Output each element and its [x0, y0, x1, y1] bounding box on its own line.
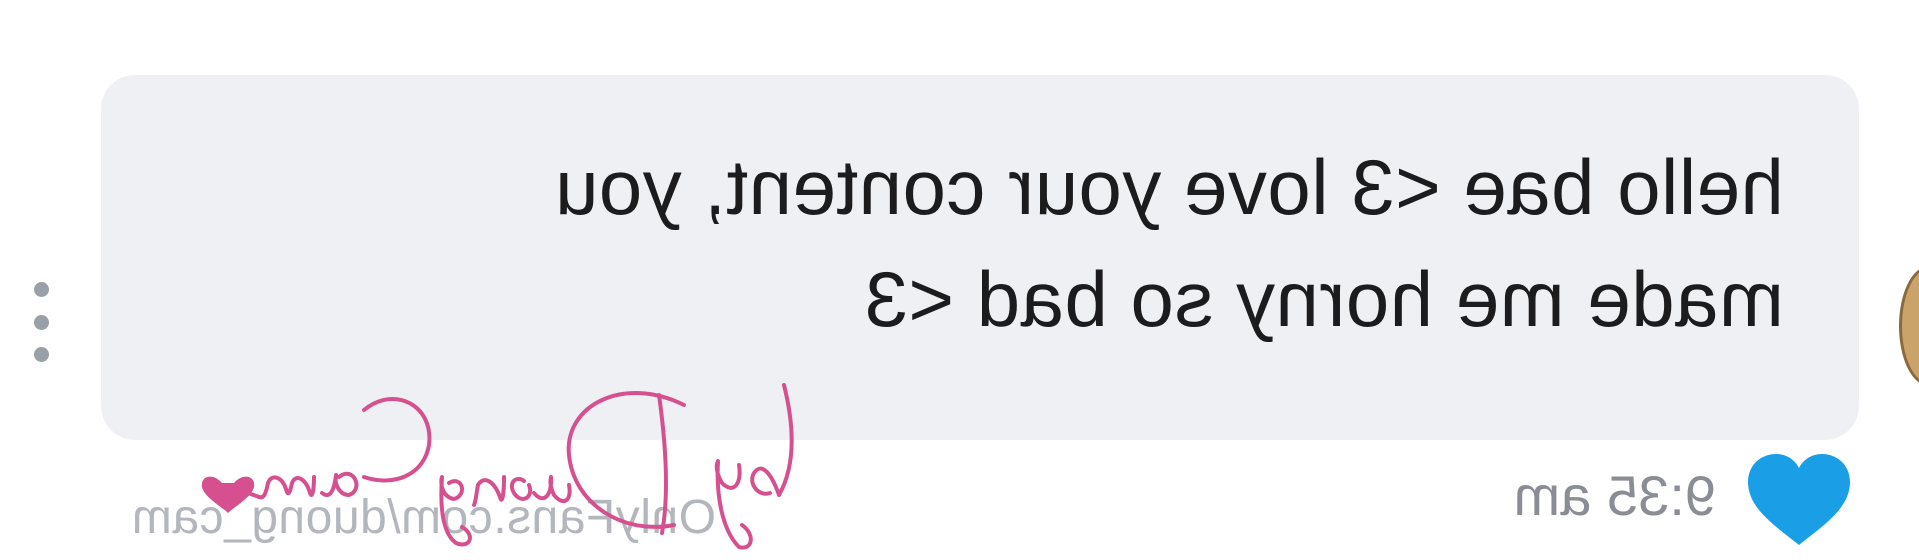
message-bubble[interactable]: hello bae <3 love your content, you made… — [101, 75, 1859, 440]
watermark-url: OnlyFans.com/duong_cam — [131, 491, 716, 544]
chat-screen: hello bae <3 love your content, you made… — [0, 0, 1919, 560]
heart-icon[interactable] — [1744, 450, 1854, 550]
message-line-1: hello bae <3 love your content, you — [554, 143, 1784, 231]
message-options-button[interactable] — [28, 282, 56, 362]
vertical-ellipsis-icon — [34, 282, 50, 297]
message-line-2: made me horny so bad <3 — [864, 255, 1784, 343]
message-timestamp: 9:35 am — [1513, 464, 1716, 527]
avatar[interactable] — [1899, 266, 1919, 386]
